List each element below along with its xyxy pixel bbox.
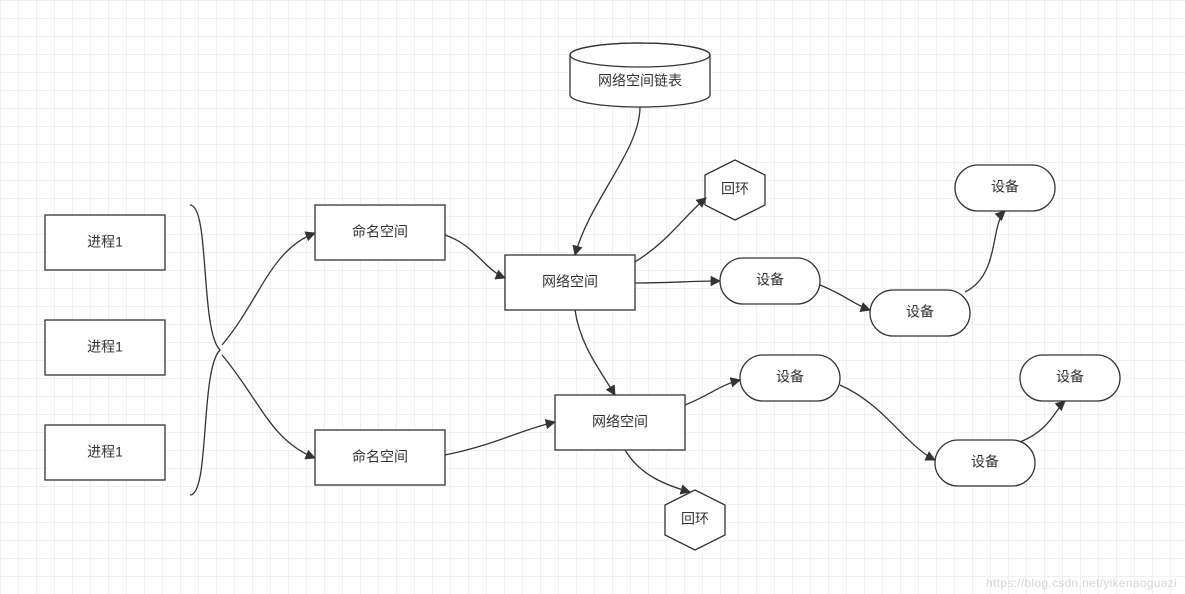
label-process-1: 进程1 [87, 234, 123, 250]
edge-devA-devB [820, 285, 870, 310]
edge-net1-devA [635, 281, 720, 283]
node-device-d: 设备 [740, 355, 840, 401]
node-loopback-2: 回环 [665, 490, 725, 550]
edge-list-net1 [575, 107, 640, 255]
label-device-e: 设备 [971, 454, 999, 470]
node-namespace-1: 命名空间 [315, 205, 445, 260]
label-loopback-2: 回环 [681, 511, 709, 527]
diagram-canvas: 进程1 进程1 进程1 命名空间 命名空间 网络空间 网络空间 网络空间链表 回… [0, 0, 1185, 594]
label-netspace-1: 网络空间 [542, 274, 598, 290]
label-device-c: 设备 [991, 179, 1019, 195]
edge-devE-devF [1020, 401, 1065, 442]
label-namespace-2: 命名空间 [352, 449, 408, 465]
label-process-2: 进程1 [87, 339, 123, 355]
label-loopback-1: 回环 [721, 181, 749, 197]
node-netspace-1: 网络空间 [505, 255, 635, 310]
node-device-f: 设备 [1020, 355, 1120, 401]
node-process-1: 进程1 [45, 215, 165, 270]
edge-brace-ns1 [222, 233, 315, 345]
node-netspace-list: 网络空间链表 [570, 43, 710, 107]
label-netspace-list: 网络空间链表 [598, 73, 682, 89]
edge-net2-devD [685, 380, 740, 405]
label-device-a: 设备 [756, 272, 784, 288]
edge-devB-devC [965, 211, 1005, 292]
node-loopback-1: 回环 [705, 160, 765, 220]
edge-brace-ns2 [222, 355, 315, 458]
edge-ns1-net1 [445, 235, 505, 278]
edge-net2-loop2 [625, 450, 690, 492]
edge-devD-devE [840, 385, 935, 460]
watermark: https://blog.csdn.net/yikenaoguazi [986, 576, 1177, 590]
brace-processes [190, 205, 220, 495]
edge-net1-net2 [575, 310, 615, 395]
node-process-2: 进程1 [45, 320, 165, 375]
edge-ns2-net2 [445, 422, 555, 455]
edge-net1-loop1 [635, 198, 706, 262]
node-namespace-2: 命名空间 [315, 430, 445, 485]
label-device-f: 设备 [1056, 369, 1084, 385]
node-netspace-2: 网络空间 [555, 395, 685, 450]
node-device-a: 设备 [720, 258, 820, 304]
node-device-c: 设备 [955, 165, 1055, 211]
label-netspace-2: 网络空间 [592, 414, 648, 430]
label-device-b: 设备 [906, 304, 934, 320]
node-device-e: 设备 [935, 440, 1035, 486]
label-namespace-1: 命名空间 [352, 224, 408, 240]
label-process-3: 进程1 [87, 444, 123, 460]
node-device-b: 设备 [870, 290, 970, 336]
node-process-3: 进程1 [45, 425, 165, 480]
label-device-d: 设备 [776, 369, 804, 385]
